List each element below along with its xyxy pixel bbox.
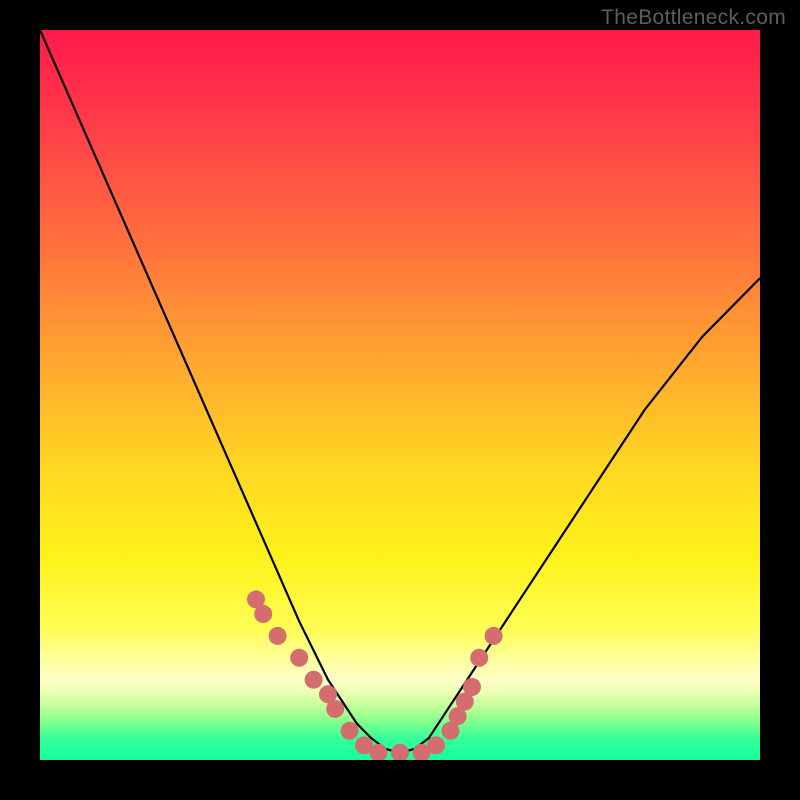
chart-frame: TheBottleneck.com xyxy=(0,0,800,800)
data-marker xyxy=(427,736,445,754)
data-marker xyxy=(341,722,359,740)
data-marker xyxy=(290,649,308,667)
data-marker xyxy=(326,700,344,718)
watermark-text: TheBottleneck.com xyxy=(601,6,786,30)
data-marker xyxy=(305,671,323,689)
data-marker xyxy=(269,627,287,645)
data-marker xyxy=(391,744,409,760)
data-marker xyxy=(463,678,481,696)
curve-overlay xyxy=(40,30,760,760)
data-marker xyxy=(254,605,272,623)
data-marker xyxy=(485,627,503,645)
data-marker xyxy=(470,649,488,667)
bottleneck-curve xyxy=(40,30,760,753)
data-markers-group xyxy=(247,590,503,760)
